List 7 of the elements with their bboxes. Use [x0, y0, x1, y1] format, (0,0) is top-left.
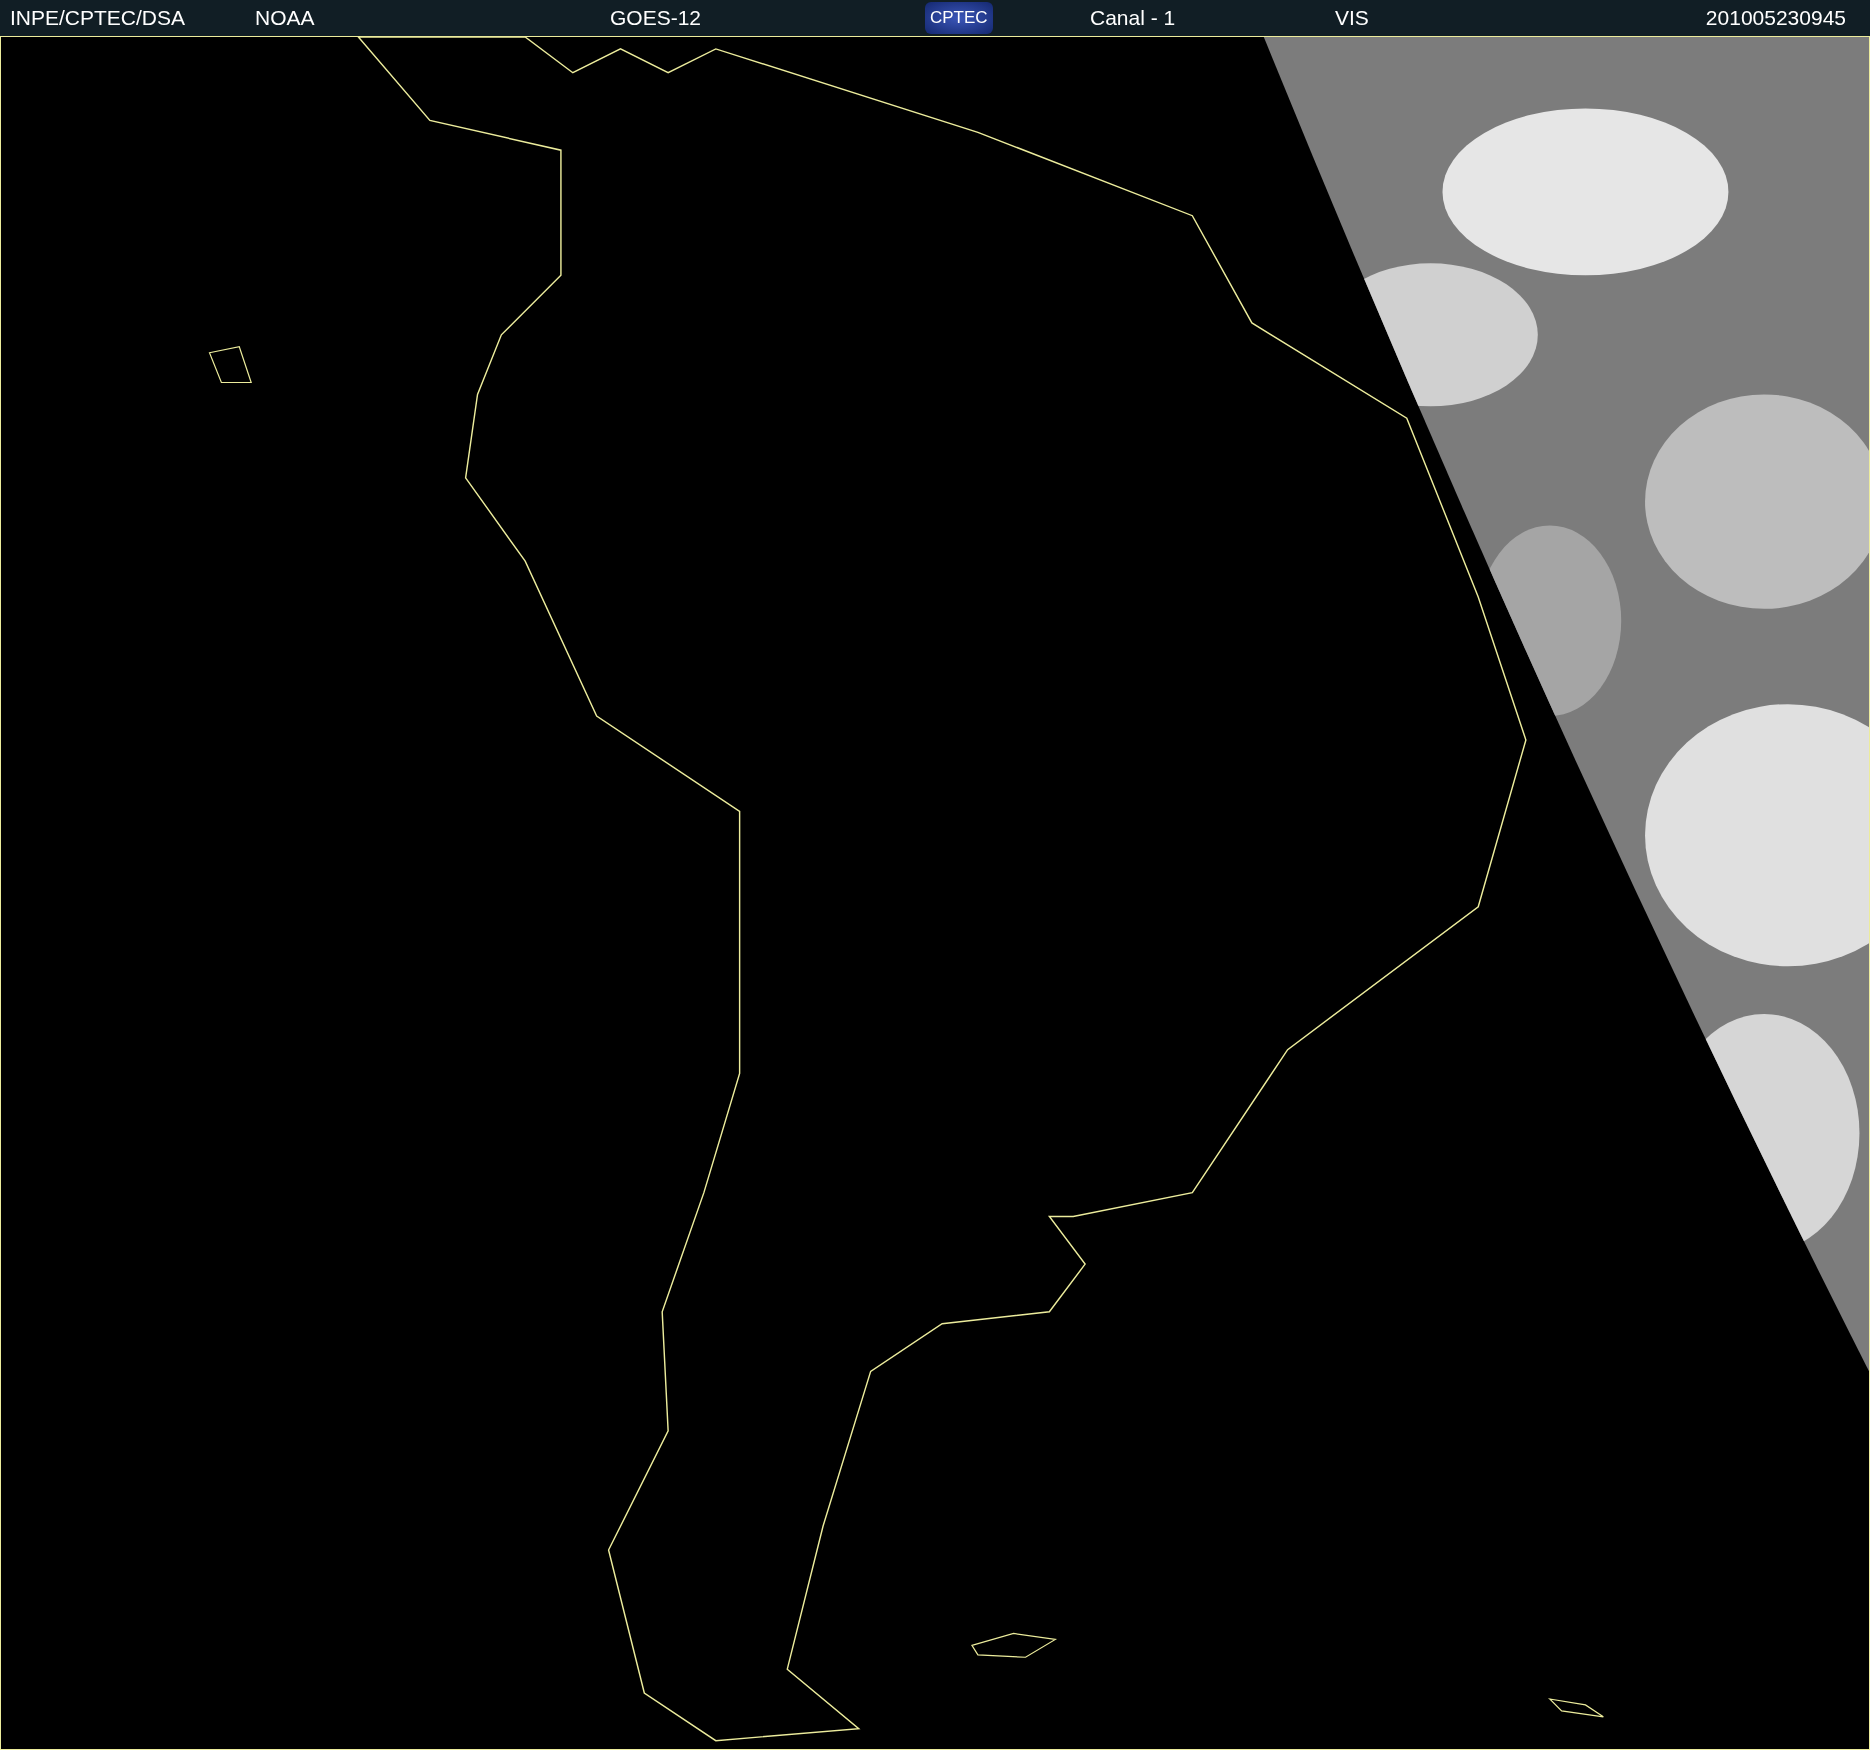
header-text: NOAA — [255, 6, 316, 30]
logo: CPTEC — [925, 2, 993, 34]
header-text: Canal - 1 — [1090, 6, 1177, 30]
header-text: INPE/CPTEC/DSA — [10, 6, 187, 30]
header-text: 201005230945 — [1705, 6, 1847, 30]
header-text: VIS — [1335, 6, 1369, 30]
header-text: GOES-12 — [610, 6, 703, 30]
